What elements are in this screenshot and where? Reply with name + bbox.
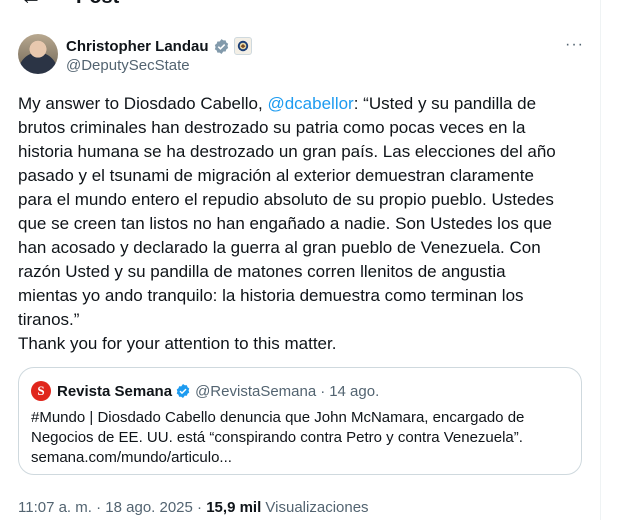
author-name-row: Christopher Landau [66, 36, 252, 56]
views-label: Visualizaciones [261, 499, 369, 516]
state-department-seal-icon [233, 37, 252, 55]
arrow-left-icon[interactable]: ← [20, 0, 42, 8]
quoted-separator: · [320, 382, 326, 400]
author-handle[interactable]: @DeputySecState [66, 57, 190, 74]
tweet-intro: My answer to Diosdado Cabello, [18, 94, 268, 113]
verified-badge-icon [176, 384, 190, 398]
page-title: Post [76, 0, 119, 8]
quoted-post[interactable]: S Revista Semana @RevistaSemana · 14 ago… [18, 367, 582, 475]
more-options-icon[interactable]: ··· [565, 36, 584, 54]
tweet-body: : “Usted y su pandilla de brutos crimina… [18, 94, 556, 353]
meta-separator: · [91, 499, 106, 516]
column-border [600, 0, 601, 520]
meta-separator: · [192, 499, 207, 516]
author-name[interactable]: Christopher Landau [66, 38, 209, 55]
views-count[interactable]: 15,9 mil [206, 499, 261, 516]
quoted-date: 14 ago. [329, 382, 380, 400]
post-date[interactable]: 18 ago. 2025 [105, 499, 193, 516]
post-header: ← Post [0, 0, 600, 12]
quoted-author-name: Revista Semana [57, 382, 173, 400]
mention-link[interactable]: @dcabellor [267, 94, 353, 113]
tweet-text: My answer to Diosdado Cabello, @dcabello… [18, 92, 578, 356]
quoted-author-handle: @RevistaSemana [195, 382, 317, 400]
post-metadata: 11:07 a. m. · 18 ago. 2025 · 15,9 mil Vi… [18, 499, 369, 516]
quoted-avatar: S [31, 381, 51, 401]
verified-badge-icon [214, 38, 228, 54]
post-time[interactable]: 11:07 a. m. [18, 499, 92, 516]
quoted-post-header: S Revista Semana @RevistaSemana · 14 ago… [31, 381, 379, 401]
author-avatar[interactable] [18, 34, 58, 74]
quoted-post-text: #Mundo | Diosdado Cabello denuncia que J… [31, 409, 525, 466]
